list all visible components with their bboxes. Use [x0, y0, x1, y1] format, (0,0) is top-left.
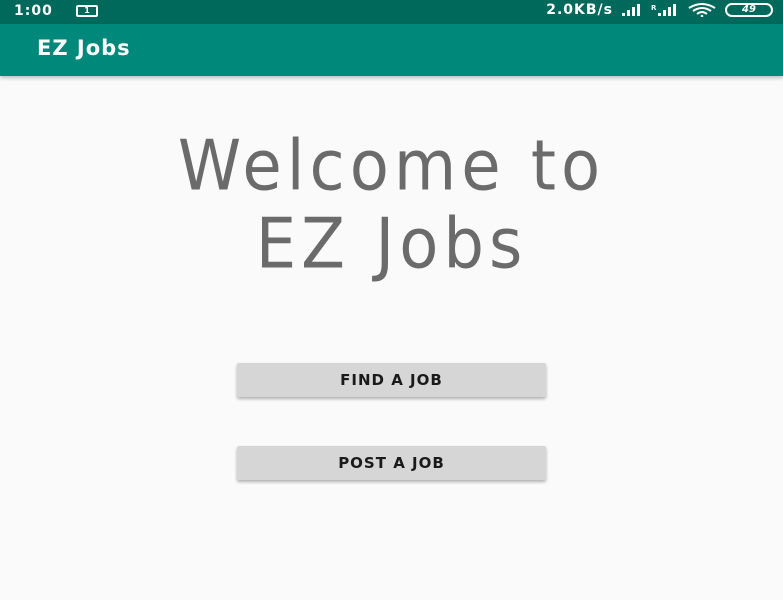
svg-text:R: R [651, 4, 657, 12]
status-bar: 1:00 1 2.0KB/s R 49 [0, 0, 783, 24]
wifi-icon [688, 3, 716, 17]
welcome-line-2: EZ Jobs [255, 204, 528, 285]
signal-icon [622, 4, 640, 16]
welcome-line-1: Welcome to [177, 126, 606, 207]
welcome-heading: Welcome to EZ Jobs [0, 128, 783, 284]
battery-icon: 49 [725, 3, 773, 17]
app-title: EZ Jobs [37, 36, 131, 60]
app-bar: EZ Jobs [0, 24, 783, 76]
network-speed: 2.0KB/s [546, 2, 613, 18]
signal-icon-2: R [651, 4, 676, 16]
post-job-button[interactable]: POST A JOB [237, 446, 546, 480]
find-job-button[interactable]: FIND A JOB [237, 363, 546, 397]
status-indicators: 2.0KB/s R 49 [546, 2, 773, 18]
status-time: 1:00 [14, 3, 53, 19]
notification-icon: 1 [76, 5, 98, 17]
